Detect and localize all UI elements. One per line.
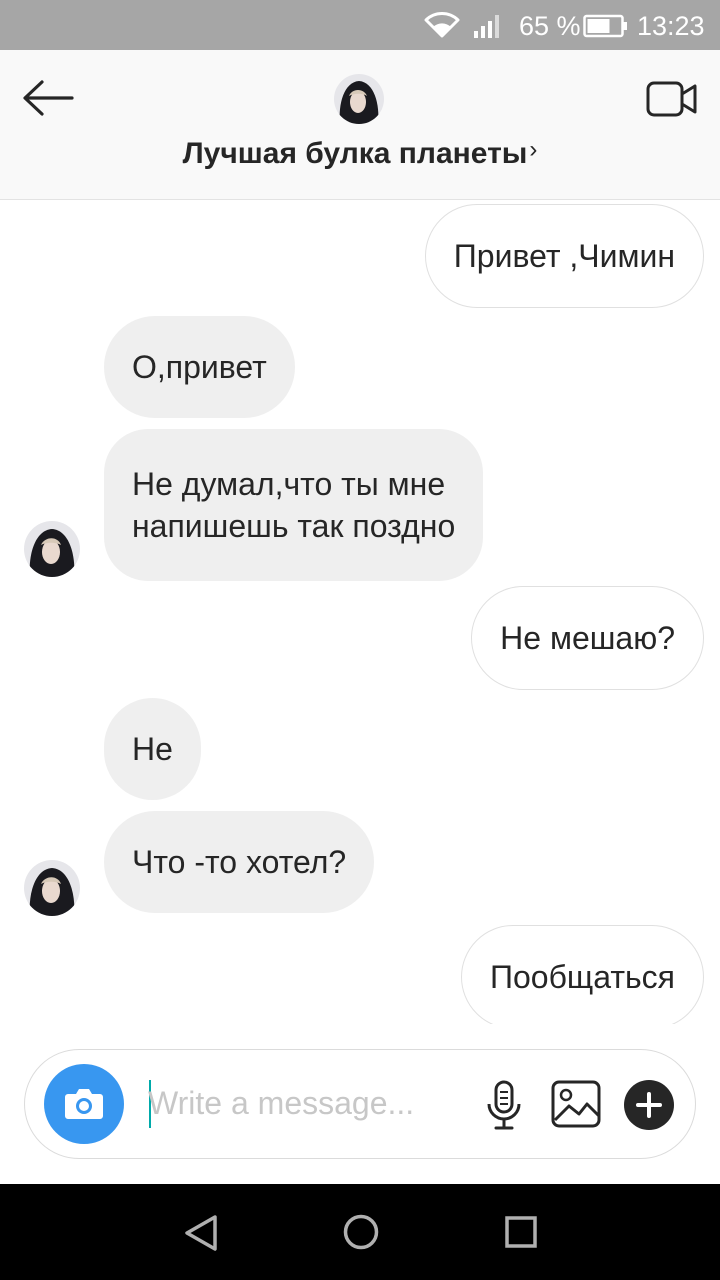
message-text: Что -то хотел? (132, 844, 347, 880)
message-input[interactable] (148, 1078, 478, 1128)
chevron-right-icon: › (529, 136, 538, 163)
battery-percent: 65 % (519, 11, 581, 41)
clock: 13:23 (637, 11, 705, 41)
signal-icon (474, 15, 499, 38)
microphone-icon[interactable] (485, 1080, 523, 1132)
message-text: О,привет (132, 349, 267, 385)
message-incoming[interactable]: Не думал,что ты мне напишешь так поздно (104, 429, 484, 581)
back-arrow-icon[interactable] (20, 76, 76, 120)
message-text: Пообщаться (490, 959, 675, 995)
plus-icon (636, 1092, 662, 1118)
avatar[interactable] (334, 74, 384, 124)
message-text: Привет ,Чимин (453, 238, 675, 274)
message-text: Не (132, 731, 173, 767)
avatar[interactable] (24, 860, 80, 916)
message-incoming[interactable]: Что -то хотел? (104, 811, 375, 913)
status-bar: 65 % 13:23 (0, 0, 720, 50)
message-outgoing[interactable]: Не мешаю? (471, 586, 704, 690)
message-incoming[interactable]: Не (104, 698, 201, 800)
message-text-line: Не думал,что ты мне (132, 466, 446, 502)
wifi-icon (424, 12, 460, 38)
chat-title-text: Лучшая булка планеты (182, 137, 528, 170)
nav-home-icon[interactable] (342, 1213, 380, 1251)
message-composer (24, 1049, 696, 1159)
nav-back-icon[interactable] (182, 1213, 220, 1253)
video-call-icon[interactable] (646, 80, 698, 118)
system-nav-bar (0, 1184, 720, 1280)
message-outgoing[interactable]: Привет ,Чимин (424, 204, 704, 308)
plus-button[interactable] (624, 1080, 674, 1130)
camera-icon (65, 1089, 103, 1119)
avatar[interactable] (24, 521, 80, 577)
chat-title[interactable]: Лучшая булка планеты› (0, 136, 720, 171)
message-thread[interactable]: Привет ,Чимин О,привет Не думал,что ты м… (0, 200, 720, 1024)
camera-button[interactable] (44, 1064, 124, 1144)
battery-icon (583, 14, 627, 38)
message-text: Не мешаю? (500, 620, 675, 656)
message-outgoing[interactable]: Пообщаться (461, 925, 704, 1024)
message-incoming[interactable]: О,привет (104, 316, 295, 418)
chat-header: Лучшая булка планеты› (0, 50, 720, 200)
nav-recents-icon[interactable] (504, 1215, 538, 1249)
message-text-line: напишешь так поздно (132, 508, 456, 544)
gallery-icon[interactable] (551, 1080, 601, 1128)
